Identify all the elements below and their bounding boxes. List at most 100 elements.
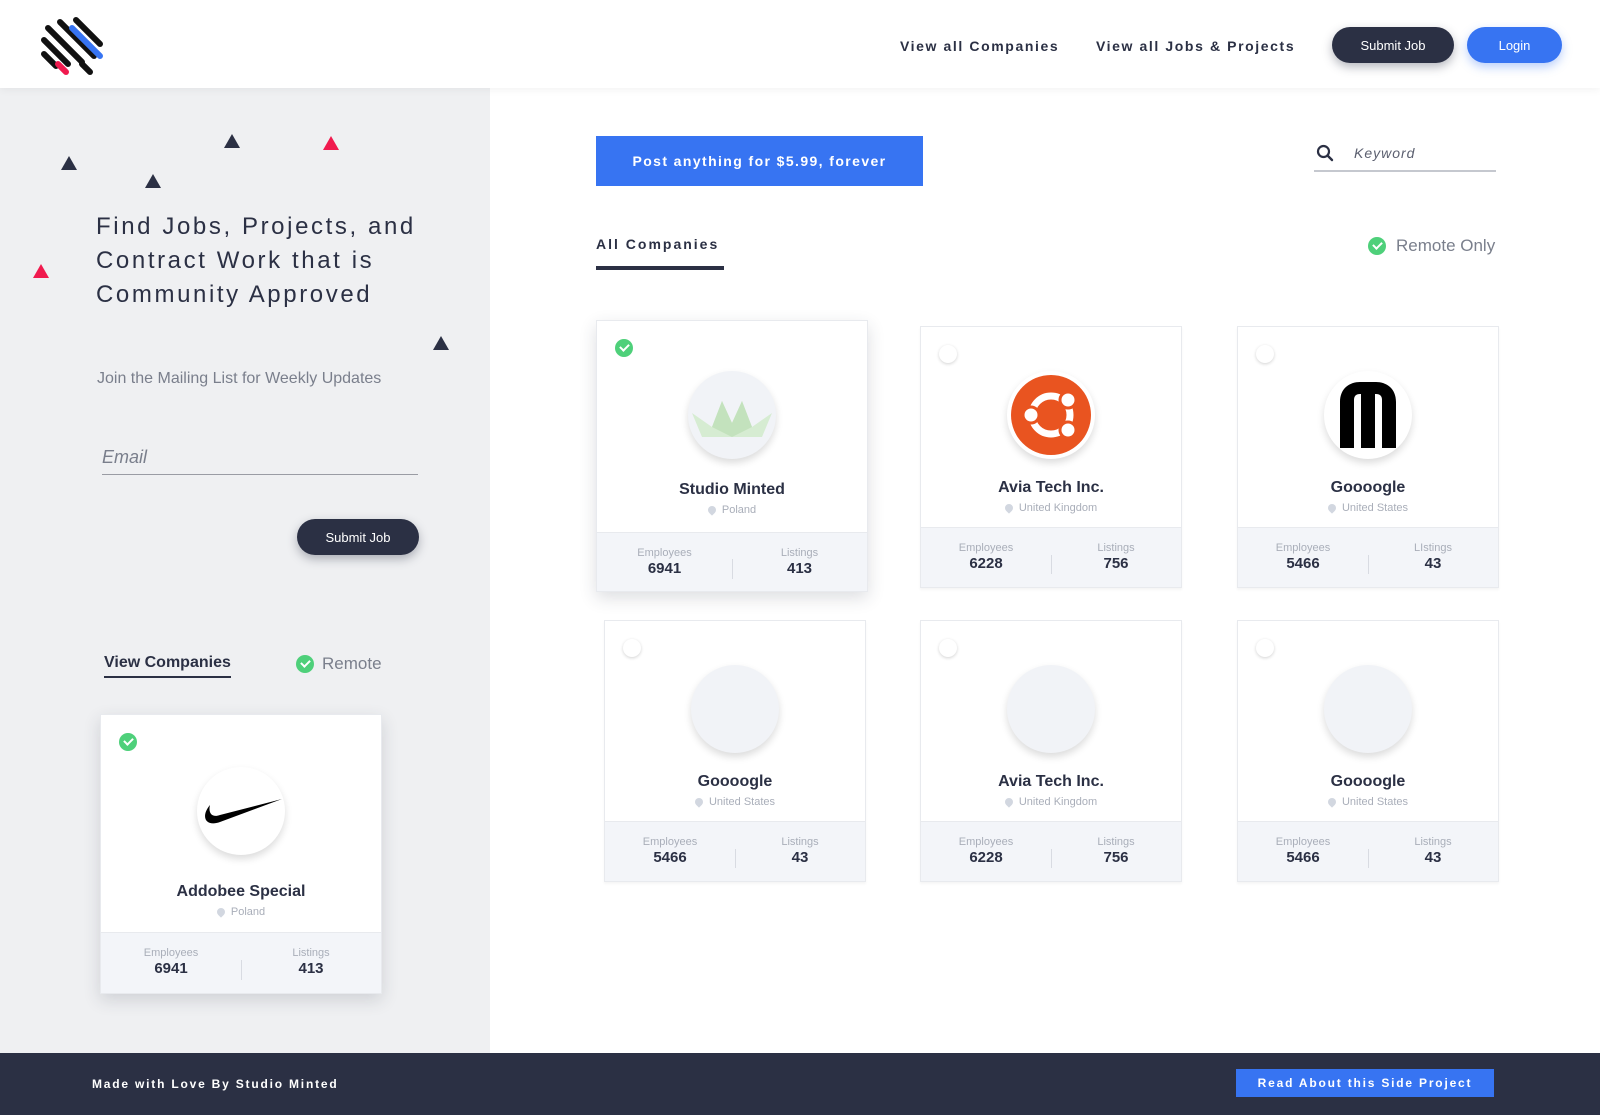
listings-value: 43 <box>1424 555 1442 572</box>
triangle-decoration <box>61 156 77 170</box>
remote-only-toggle[interactable]: Remote Only <box>1368 236 1495 256</box>
listings-label: Listings <box>1414 836 1452 848</box>
footer-credit: Made with Love By Studio Minted <box>92 1077 339 1091</box>
submit-job-button[interactable]: Submit Job <box>1332 27 1454 63</box>
employees-label: Employees <box>637 547 692 559</box>
employees-stat: Employees 5466 <box>605 836 735 881</box>
company-card[interactable]: Goooogle United States Employees 5466 Li… <box>1237 620 1499 882</box>
check-icon[interactable] <box>615 339 633 357</box>
listings-value: 756 <box>1103 555 1129 572</box>
employees-stat: Employees 6941 <box>101 947 241 993</box>
company-card[interactable]: Avia Tech Inc. United Kingdom Employees … <box>920 326 1182 588</box>
header: View all Companies View all Jobs & Proje… <box>0 0 1600 88</box>
employees-value: 5466 <box>1286 849 1320 866</box>
listings-label: LIstings <box>1414 542 1452 554</box>
search-bar <box>1314 136 1496 172</box>
listings-value: 43 <box>791 849 809 866</box>
listings-value: 43 <box>1424 849 1442 866</box>
employees-stat: Employees 6228 <box>921 836 1051 881</box>
employees-stat: Employees 6228 <box>921 542 1051 587</box>
company-stats: Employees 5466 Listings 43 <box>1238 821 1498 881</box>
listings-stat: Listings 756 <box>1051 542 1181 587</box>
company-location: United States <box>1238 796 1498 808</box>
select-circle[interactable] <box>939 639 957 657</box>
employees-value: 5466 <box>1286 555 1320 572</box>
nav-view-all-jobs-projects[interactable]: View all Jobs & Projects <box>1096 38 1295 54</box>
employees-label: Employees <box>958 836 1014 848</box>
location-text: United Kingdom <box>1018 796 1098 808</box>
hero-heading: Find Jobs, Projects, and Contract Work t… <box>96 213 416 308</box>
footer: Made with Love By Studio Minted Read Abo… <box>0 1053 1600 1115</box>
company-card[interactable]: Goooogle United States Employees 5466 Li… <box>604 620 866 882</box>
post-listing-button[interactable]: Post anything for $5.99, forever <box>596 136 923 186</box>
company-name: Avia Tech Inc. <box>998 479 1104 496</box>
triangle-decoration <box>145 174 161 188</box>
listings-value: 413 <box>786 560 813 577</box>
company-location: Poland <box>597 504 867 516</box>
company-name: Studio Minted <box>679 481 785 498</box>
employees-label: Employees <box>1275 542 1331 554</box>
select-circle[interactable] <box>1256 639 1274 657</box>
crown-icon <box>692 401 772 437</box>
logo-icon[interactable] <box>38 14 108 80</box>
sidebar-submit-job-button[interactable]: Submit Job <box>297 519 419 555</box>
location-text: United Kingdom <box>1018 502 1098 514</box>
remote-toggle[interactable]: Remote <box>296 654 382 674</box>
company-card[interactable]: Studio Minted Poland Employees 6941 List… <box>596 320 868 592</box>
listings-value: 413 <box>298 960 324 977</box>
search-input[interactable] <box>1354 145 1484 161</box>
login-button[interactable]: Login <box>1467 27 1562 63</box>
employees-stat: Employees 5466 <box>1238 542 1368 587</box>
company-logo <box>197 767 285 855</box>
location-text: United States <box>1341 502 1409 514</box>
listings-stat: Listings 413 <box>732 547 867 591</box>
listings-stat: Listings 43 <box>735 836 865 881</box>
m-letter-icon <box>1340 382 1396 448</box>
company-logo <box>1324 371 1412 459</box>
remote-only-label: Remote Only <box>1396 236 1496 255</box>
nav-view-all-companies[interactable]: View all Companies <box>900 38 1059 54</box>
tab-all-companies[interactable]: All Companies <box>596 236 719 252</box>
triangle-decoration <box>224 134 240 148</box>
select-circle[interactable] <box>1256 345 1274 363</box>
check-icon[interactable] <box>119 733 137 751</box>
listings-label: Listings <box>781 836 819 848</box>
company-logo <box>691 665 779 753</box>
read-about-button[interactable]: Read About this Side Project <box>1236 1069 1494 1097</box>
listings-label: Listings <box>780 547 819 559</box>
company-logo <box>1007 665 1095 753</box>
employees-stat: Employees 6941 <box>597 547 732 591</box>
employees-value: 5466 <box>653 849 687 866</box>
triangle-decoration <box>33 264 49 278</box>
nike-swoosh-icon <box>205 799 282 824</box>
company-name: Goooogle <box>697 773 773 790</box>
company-logo <box>688 371 776 459</box>
search-icon[interactable] <box>1316 144 1334 162</box>
tab-underline <box>596 266 724 270</box>
employees-stat: Employees 5466 <box>1238 836 1368 881</box>
location-text: Poland <box>230 906 266 918</box>
employees-label: Employees <box>958 542 1014 554</box>
company-location: United States <box>605 796 865 808</box>
location-text: United States <box>708 796 776 808</box>
select-circle[interactable] <box>939 345 957 363</box>
listings-label: Listings <box>1097 836 1135 848</box>
location-pin-icon <box>1326 502 1338 514</box>
listings-stat: Listings 756 <box>1051 836 1181 881</box>
company-name: Avia Tech Inc. <box>998 773 1104 790</box>
view-companies-tab[interactable]: View Companies <box>104 654 231 678</box>
company-card[interactable]: Goooogle United States Employees 5466 LI… <box>1237 326 1499 588</box>
company-logo <box>1007 371 1095 459</box>
employees-value: 6941 <box>647 560 682 577</box>
listings-stat: Listings 413 <box>241 947 381 993</box>
company-stats: Employees 6228 Listings 756 <box>921 821 1181 881</box>
company-card[interactable]: Addobee Special Poland Employees 6941 Li… <box>100 714 382 994</box>
email-field[interactable] <box>102 441 418 475</box>
listings-stat: Listings 43 <box>1368 836 1498 881</box>
company-stats: Employees 6228 Listings 756 <box>921 527 1181 587</box>
location-pin-icon <box>1003 502 1015 514</box>
mailing-list-subtitle: Join the Mailing List for Weekly Updates <box>97 370 382 387</box>
company-card[interactable]: Avia Tech Inc. United Kingdom Employees … <box>920 620 1182 882</box>
listings-value: 756 <box>1103 849 1129 866</box>
select-circle[interactable] <box>623 639 641 657</box>
